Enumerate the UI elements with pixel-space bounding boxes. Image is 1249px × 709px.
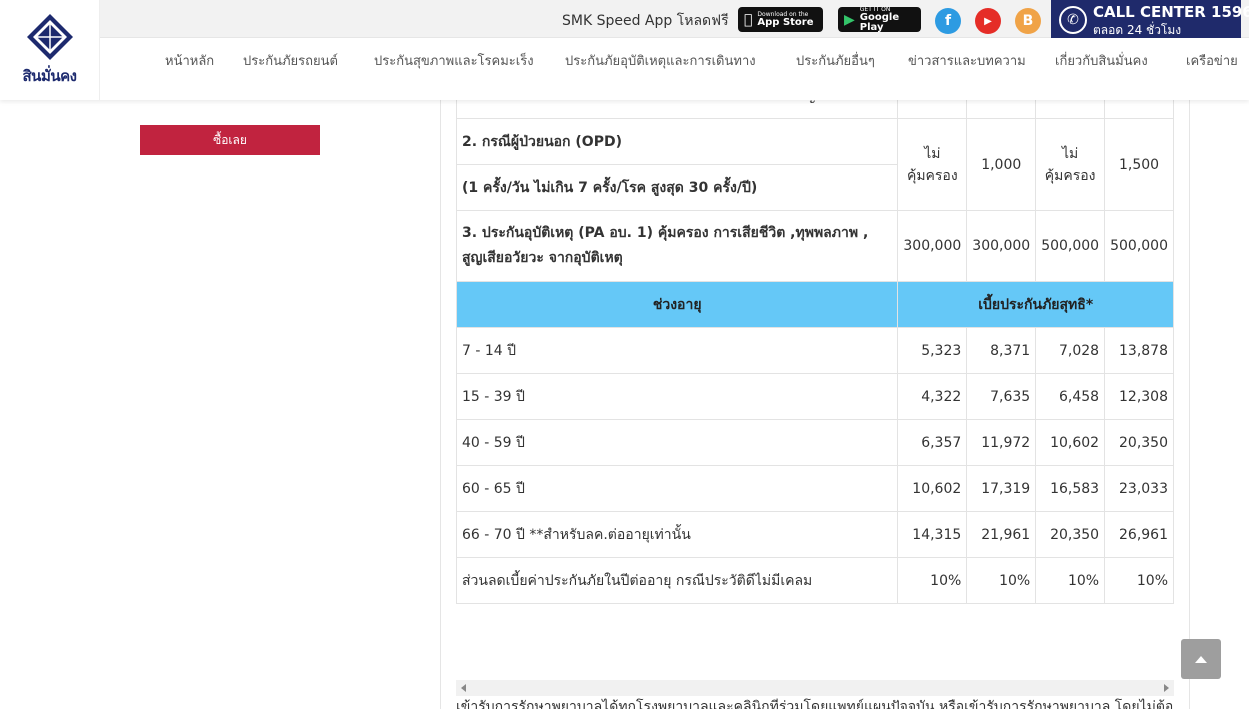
age-cell: 7 - 14 ปี: [456, 327, 899, 374]
opd-sub-cell: (1 ครั้ง/วัน ไม่เกิน 7 ครั้ง/โรค สูงสุด …: [456, 164, 899, 211]
table-cell: 1,500: [1104, 118, 1174, 211]
table-cell: 21,961: [966, 511, 1037, 558]
logo-diamond-icon: [26, 14, 73, 60]
blogger-icon[interactable]: B: [1015, 8, 1041, 34]
table-cell: 10%: [966, 557, 1037, 604]
app-store-badge[interactable]:  Download on the App Store: [738, 7, 823, 32]
table-cell: 5,323: [897, 327, 968, 374]
app-promo-text: SMK Speed App โหลดฟรี: [562, 13, 729, 29]
table-row: ส่วนลดเบี้ยค่าประกันภัยในปีต่ออายุ กรณีป…: [456, 557, 1174, 604]
table-cell: 6,458: [1035, 373, 1106, 420]
nav-network[interactable]: เครือข่าย: [1186, 50, 1238, 71]
nav-other-insurance[interactable]: ประกันภัยอื่นๆ: [796, 50, 875, 71]
play-store-icon: ▶: [844, 11, 855, 28]
premium-header: เบี้ยประกันภัยสุทธิ*: [897, 281, 1174, 328]
nav-car-insurance[interactable]: ประกันภัยรถยนต์: [243, 50, 338, 71]
scroll-right-icon[interactable]: [1164, 684, 1169, 692]
call-center-button[interactable]: ✆ CALL CENTER 1596 ตลอด 24 ชั่วโมง: [1051, 0, 1249, 38]
table-cell: ไม่คุ้มครอง: [1035, 118, 1106, 211]
table-cell: 7,028: [1035, 327, 1106, 374]
table-row: 60 - 65 ปี 10,602 17,319 16,583 23,033: [456, 465, 1174, 512]
age-header: ช่วงอายุ: [456, 281, 899, 328]
youtube-icon[interactable]: ▶: [975, 8, 1001, 34]
main-nav: หน้าหลัก ประกันภัยรถยนต์ ประกันสุขภาพและ…: [100, 38, 1249, 100]
table-cell: 500,000: [1104, 210, 1174, 282]
table-cell: 300,000: [966, 210, 1037, 282]
content-divider-left: [440, 100, 441, 709]
content-divider-right: [1189, 100, 1190, 709]
google-play-badge[interactable]: ▶ GET IT ON Google Play: [838, 6, 921, 32]
table-cell: 1,000: [966, 118, 1037, 211]
coverage-table: 1.5 ค่าธรรมเนียมแพทย์เยี่ยมไข้และปรึกษาแ…: [456, 26, 1174, 604]
coverage-note-text: เข้ารับการรักษาพยาบาลได้ทุกโรงพยาบาลและค…: [456, 699, 1174, 709]
table-cell: 6,357: [897, 419, 968, 466]
horizontal-scrollbar[interactable]: [456, 680, 1174, 696]
age-cell: 60 - 65 ปี: [456, 465, 899, 512]
brand-logo[interactable]: สินมั่นคง: [0, 0, 100, 100]
table-cell: 10,602: [897, 465, 968, 512]
table-row: 15 - 39 ปี 4,322 7,635 6,458 12,308: [456, 373, 1174, 420]
pa-title-cell: 3. ประกันอุบัติเหตุ (PA อบ. 1) คุ้มครอง …: [456, 210, 899, 282]
table-cell: 10%: [1035, 557, 1106, 604]
table-cell: 11,972: [966, 419, 1037, 466]
age-cell: 40 - 59 ปี: [456, 419, 899, 466]
table-cell: 13,878: [1104, 327, 1174, 374]
table-cell: ไม่คุ้มครอง: [897, 118, 968, 211]
table-cell: 16,583: [1035, 465, 1106, 512]
age-cell: 66 - 70 ปี **สำหรับลค.ต่ออายุเท่านั้น: [456, 511, 899, 558]
table-row: 3. ประกันอุบัติเหตุ (PA อบ. 1) คุ้มครอง …: [456, 210, 1174, 282]
nav-health-insurance[interactable]: ประกันสุขภาพและโรคมะเร็ง: [374, 50, 534, 71]
table-cell: 20,350: [1104, 419, 1174, 466]
table-cell: 7,635: [966, 373, 1037, 420]
coverage-table-scroller[interactable]: 1.5 ค่าธรรมเนียมแพทย์เยี่ยมไข้และปรึกษาแ…: [456, 0, 1174, 680]
table-cell: 8,371: [966, 327, 1037, 374]
scroll-to-top-button[interactable]: [1181, 639, 1221, 679]
nav-home[interactable]: หน้าหลัก: [165, 50, 214, 71]
table-cell: 10%: [1104, 557, 1174, 604]
facebook-icon[interactable]: f: [935, 8, 961, 34]
opd-title-cell: 2. กรณีผู้ป่วยนอก (OPD): [456, 118, 899, 165]
brand-name: สินมั่นคง: [22, 67, 77, 85]
table-row: 40 - 59 ปี 6,357 11,972 10,602 20,350: [456, 419, 1174, 466]
table-row: 7 - 14 ปี 5,323 8,371 7,028 13,878: [456, 327, 1174, 374]
nav-news[interactable]: ข่าวสารและบทความ: [908, 50, 1026, 71]
table-cell: 17,319: [966, 465, 1037, 512]
scroll-left-icon[interactable]: [461, 684, 466, 692]
table-cell: 300,000: [897, 210, 968, 282]
chevron-up-icon: [1195, 655, 1207, 663]
table-cell: 10%: [897, 557, 968, 604]
nav-about[interactable]: เกี่ยวกับสินมั่นคง: [1055, 50, 1148, 71]
table-header-row: ช่วงอายุ เบี้ยประกันภัยสุทธิ*: [456, 281, 1174, 328]
nav-accident-travel[interactable]: ประกันภัยอุบัติเหตุและการเดินทาง: [565, 50, 756, 71]
site-header: สินมั่นคง SMK Speed App โหลดฟรี  Downlo…: [0, 0, 1249, 100]
apple-icon: : [744, 12, 752, 28]
age-cell: 15 - 39 ปี: [456, 373, 899, 420]
buy-now-button[interactable]: ซื้อเลย: [140, 125, 320, 155]
table-cell: 23,033: [1104, 465, 1174, 512]
table-cell: 26,961: [1104, 511, 1174, 558]
phone-icon: ✆: [1059, 6, 1087, 34]
top-bar: SMK Speed App โหลดฟรี  Download on the …: [100, 0, 1249, 38]
table-cell: 10,602: [1035, 419, 1106, 466]
table-row: 2. กรณีผู้ป่วยนอก (OPD) ไม่คุ้มครอง 1,00…: [456, 118, 1174, 211]
table-cell: 12,308: [1104, 373, 1174, 420]
table-cell: 20,350: [1035, 511, 1106, 558]
table-cell: 500,000: [1035, 210, 1106, 282]
table-row: 66 - 70 ปี **สำหรับลค.ต่ออายุเท่านั้น 14…: [456, 511, 1174, 558]
call-center-title: CALL CENTER 1596: [1093, 3, 1249, 21]
table-cell: 14,315: [897, 511, 968, 558]
table-cell: 4,322: [897, 373, 968, 420]
discount-label-cell: ส่วนลดเบี้ยค่าประกันภัยในปีต่ออายุ กรณีป…: [456, 557, 899, 604]
